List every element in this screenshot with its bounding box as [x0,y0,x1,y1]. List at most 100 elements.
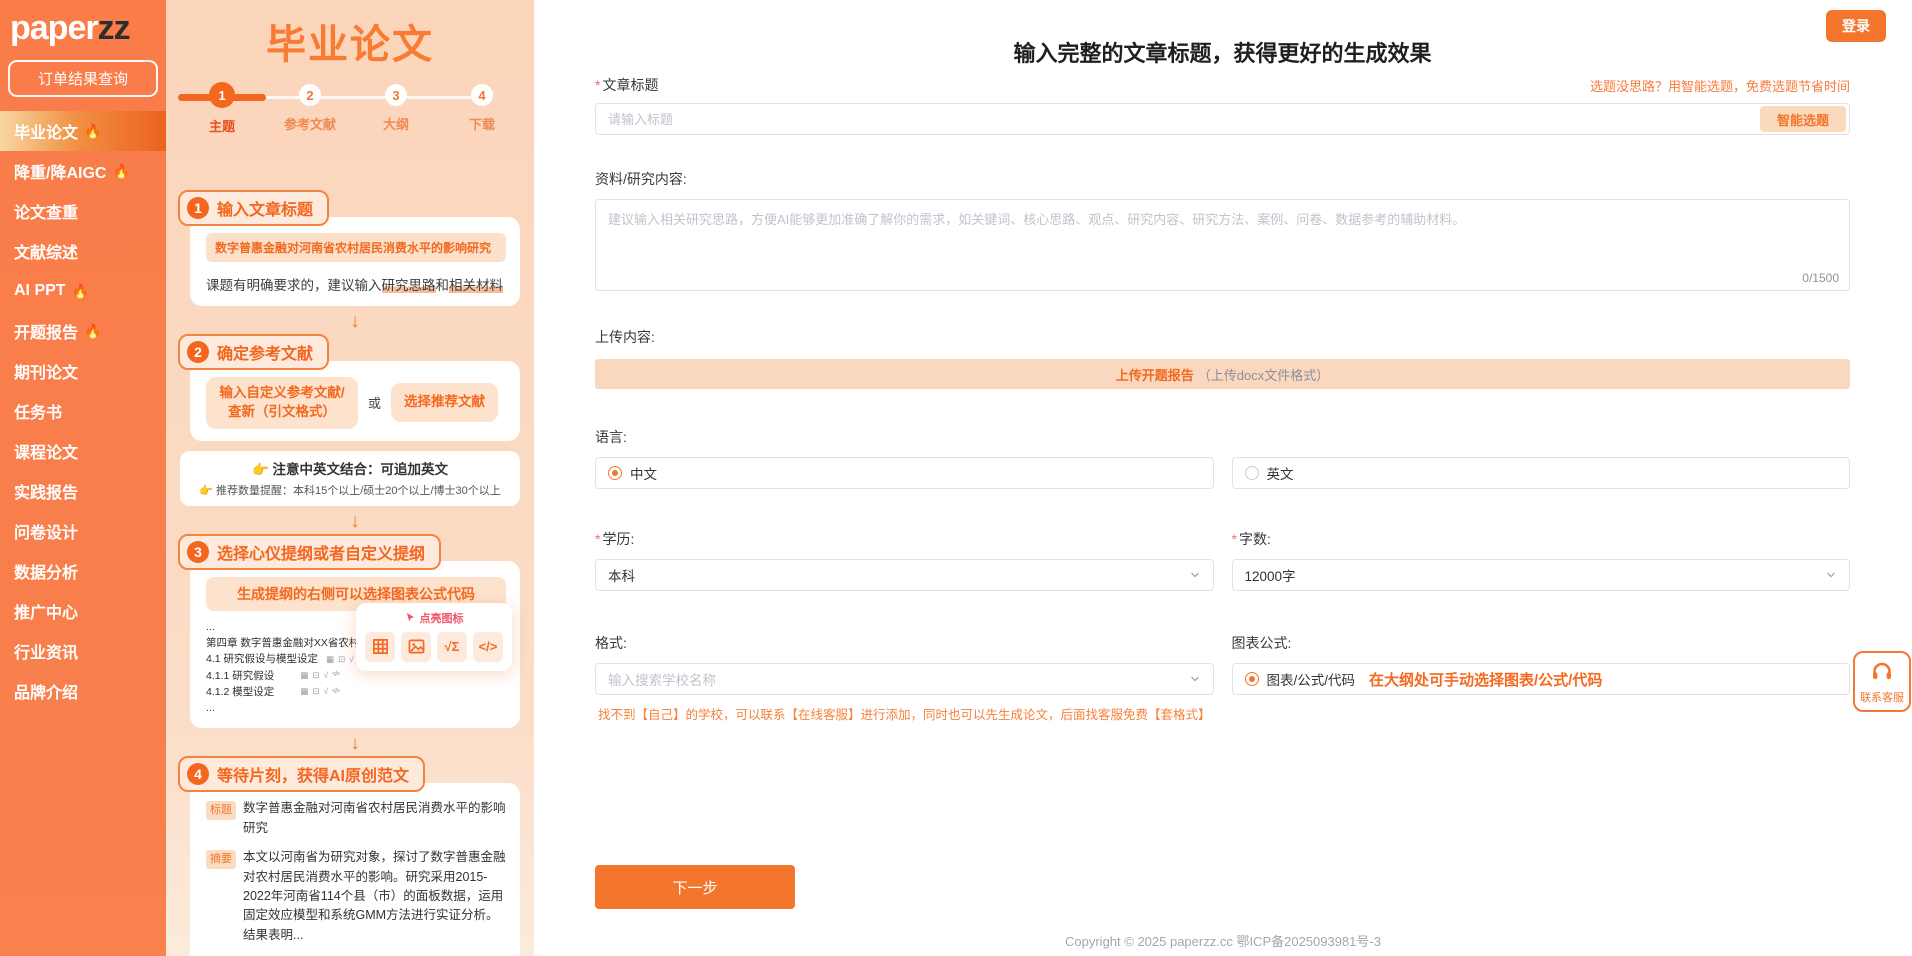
headset-icon [1873,662,1891,680]
formula-icon: √ [349,653,354,664]
upload-proposal-button[interactable]: 上传开题报告 （上传docx文件格式） [595,359,1850,389]
sidebar-item-plagiarism-check[interactable]: 论文查重 [0,191,166,231]
table-icon: ▦ [326,653,335,664]
wizard-title: 毕业论文 [266,23,434,67]
upload-label: 上传内容: [595,329,655,345]
smart-topic-hint-link[interactable]: 选题没思路？用智能选题，免费选题节省时间 [1590,76,1850,95]
sidebar-item-ai-ppt[interactable]: AI PPT 🔥 [0,271,166,311]
chevron-down-icon [1190,676,1199,682]
next-step-button[interactable]: 下一步 [595,865,795,909]
title-tip: 课题有明确要求的，建议输入研究思路和相关材料 [206,274,506,294]
title-tag: 标题 [206,801,236,821]
image-icon: ⊡ [338,653,346,664]
outline-line: 4.1.2 模型设定 ▦ ⊡ √ </> [206,685,340,698]
sidebar-item-literature-review[interactable]: 文献综述 [0,231,166,271]
guide-step-title: 输入文章标题 [217,202,314,219]
smart-topic-button[interactable]: 智能选题 [1759,106,1846,132]
sidebar-item-reduce-aigc[interactable]: 降重/降AIGC 🔥 [0,151,166,191]
step-references: 2 参考文献 [270,84,350,133]
tooltip-icons: √Σ </> [365,631,503,662]
sidebar-item-label: 课程论文 [14,445,79,463]
sidebar-item-label: 数据分析 [14,565,79,583]
icon-tooltip: 点亮图标 √Σ </> [356,602,512,671]
copyright-footer: Copyright © 2025 paperzz.cc 鄂ICP备2025093… [1065,934,1381,949]
step-number: 2 [299,84,321,106]
guide-chip-3: 3 选择心仪提纲或者自定义提纲 [178,533,442,570]
step-number: 3 [385,84,407,106]
chevron-down-icon [1827,572,1835,578]
upload-format-note: （上传docx文件格式） [1197,367,1330,383]
image-icon: ⊡ [312,670,320,681]
table-icon: ▦ [300,686,309,697]
sample-title-text: 数字普惠金融对河南省农村居民消费水平的影响研究 [243,801,506,835]
chart-formula-option[interactable]: 图表/公式/代码 在大纲处可手动选择图表/公式/代码 [1231,663,1850,695]
outline-preview: ... 第四章 数字普惠金融对XX省农村居民消费水 4.1 研究假设与模型设定 … [206,602,512,717]
arrow-down-icon: ↓ [350,311,360,332]
fire-icon: 🔥 [84,122,102,139]
radio-selected-icon [1244,672,1259,686]
outline-line: ... [206,702,215,715]
sidebar-item-label: 品牌介绍 [14,685,79,703]
reference-note-secondary: 👉 推荐数量提醒：本科15个以上/硕士20个以上/博士30个以上 [199,484,501,497]
sidebar-item-practice-report[interactable]: 实践报告 [0,471,166,511]
degree-select[interactable]: 本科 [595,559,1214,591]
school-format-select[interactable]: 输入搜索学校名称 [595,663,1214,695]
logo: paperzz [0,0,166,47]
guide-chip-4: 4 等待片刻，获得AI原创范文 [178,756,426,793]
sidebar-item-data-analysis[interactable]: 数据分析 [0,551,166,591]
or-text: 或 [368,396,382,412]
abstract-tag: 摘要 [206,850,236,870]
sidebar-item-graduation-thesis[interactable]: 毕业论文 🔥 [0,111,166,152]
order-query-button[interactable]: 订单结果查询 [8,60,158,98]
sidebar-menu: 毕业论文 🔥 降重/降AIGC 🔥 论文查重 文献综述 AI PPT 🔥 开题报告 🔥 … [0,111,166,711]
fire-icon: 🔥 [71,282,89,299]
arrow-down-icon: ↓ [350,510,360,532]
language-option-english[interactable]: 英文 [1231,457,1850,489]
step-label: 参考文献 [283,117,336,132]
language-option-chinese[interactable]: 中文 [595,457,1214,489]
sidebar-item-proposal-report[interactable]: 开题报告 🔥 [0,311,166,351]
step-download: 4 下载 [442,84,522,133]
char-counter: 0/1500 [1802,271,1839,285]
sidebar-item-promotion-center[interactable]: 推广中心 [0,591,166,631]
tip-text: 课题有明确要求的，建议输入 [206,278,382,293]
material-placeholder: 建议输入相关研究思路，方便AI能够更加准确了解你的需求，如关键词、核心思路、观点… [608,212,1466,227]
tooltip-label: 点亮图标 [419,612,464,625]
sidebar-item-journal-paper[interactable]: 期刊论文 [0,351,166,391]
contact-support-widget[interactable]: 联系客服 [1853,651,1911,712]
chart-formula-note: 在大纲处可手动选择图表/公式/代码 [1369,671,1603,689]
required-asterisk: * [1231,531,1237,547]
sidebar-item-brand-intro[interactable]: 品牌介绍 [0,671,166,711]
reference-options: 输入自定义参考文献/查新（引文格式） 或 选择推荐文献 [206,377,506,429]
outline-line-icons: ▦⊡√</> [300,685,340,698]
tooltip-header: 点亮图标 [365,610,503,626]
example-title-box: 数字普惠金融对河南省农村居民消费水平的影响研究 [206,233,506,262]
table-icon [365,631,395,662]
login-button[interactable]: 登录 [1826,10,1886,42]
sidebar: paperzz 订单结果查询 毕业论文 🔥 降重/降AIGC 🔥 论文查重 文献综述… [0,0,166,956]
word-count-select[interactable]: 12000字 [1231,559,1850,591]
article-title-input[interactable] [595,103,1850,135]
sidebar-item-industry-news[interactable]: 行业资讯 [0,631,166,671]
order-query-label: 订单结果查询 [37,71,128,89]
step-label: 下载 [468,117,495,132]
guide-step-title: 确定参考文献 [217,346,314,363]
degree-value: 本科 [608,569,635,584]
sidebar-item-task-book[interactable]: 任务书 [0,391,166,431]
language-label: 语言: [595,429,627,445]
step-outline: 3 大纲 [356,84,436,133]
tip-highlight: 研究思路 [381,278,436,293]
image-icon: ⊡ [312,686,320,697]
guide-step-title: 选择心仪提纲或者自定义提纲 [217,545,426,563]
sidebar-item-course-paper[interactable]: 课程论文 [0,431,166,471]
upload-button-label: 上传开题报告 [1115,367,1194,383]
sidebar-item-questionnaire-design[interactable]: 问卷设计 [0,511,166,551]
outline-line-icons: ▦⊡√</> [300,669,340,682]
material-textarea[interactable]: 建议输入相关研究思路，方便AI能够更加准确了解你的需求，如关键词、核心思路、观点… [595,199,1850,291]
sidebar-item-label: 降重/降AIGC [14,165,107,183]
sidebar-item-label: 毕业论文 [14,125,79,143]
step-label: 大纲 [382,117,409,132]
guide-step-number: 3 [187,540,209,563]
guide-card-4: 标题 数字普惠金融对河南省农村居民消费水平的影响研究 摘要 本文以河南省为研究对… [190,783,520,956]
word-count-label: * 字数: [1231,531,1271,547]
